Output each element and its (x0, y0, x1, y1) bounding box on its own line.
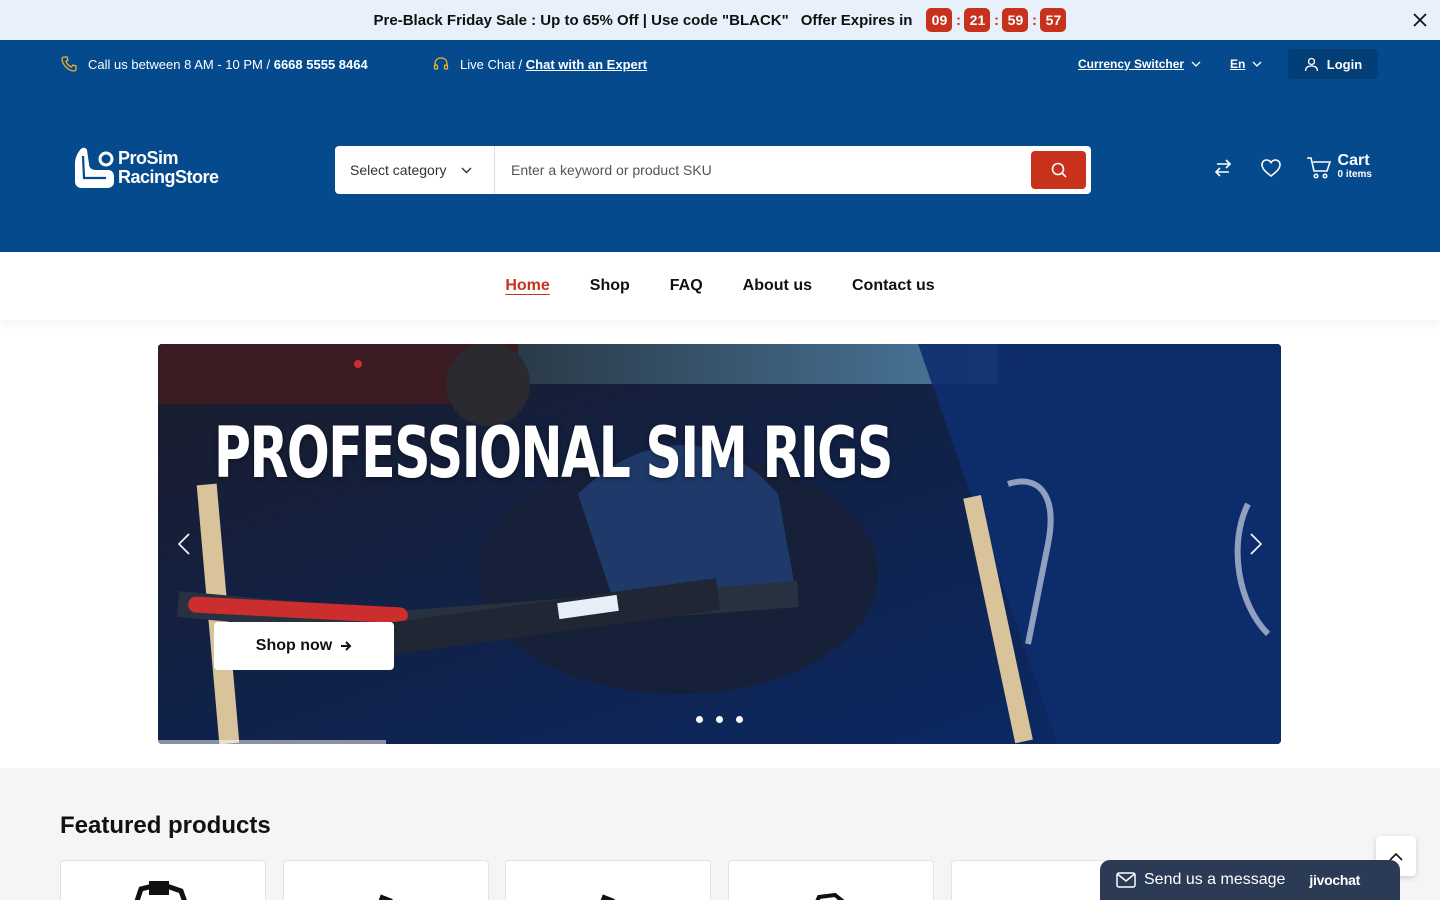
cart-count: 0 items (1337, 169, 1372, 180)
slider-progress (158, 740, 386, 744)
promo-bar: Pre-Black Friday Sale : Up to 65% Off | … (0, 0, 1440, 40)
featured-title: Featured products (60, 812, 271, 839)
product-image (815, 892, 845, 900)
chevron-right-icon (1250, 533, 1262, 555)
logo-line1: ProSim (118, 148, 179, 168)
mail-icon (1116, 872, 1136, 888)
live-chat-info: Live Chat / Chat with an Expert (432, 40, 647, 88)
search-icon (1051, 162, 1067, 178)
chat-brand-logo: jivochat (1309, 872, 1360, 888)
store-logo[interactable]: ProSim RacingStore (72, 144, 219, 192)
search-bar: Select category Enter a keyword or produ… (335, 146, 1091, 194)
close-icon[interactable] (1408, 8, 1432, 32)
compare-icon[interactable] (1210, 155, 1236, 181)
arrow-right-icon (341, 641, 352, 651)
nav-shop[interactable]: Shop (590, 277, 630, 295)
currency-switcher-label: Currency Switcher (1078, 57, 1185, 71)
slider-next-arrow[interactable] (1244, 530, 1268, 558)
login-label: Login (1326, 56, 1363, 72)
top-info-bar: Call us between 8 AM - 10 PM / 6668 5555… (0, 40, 1440, 88)
promo-text: Pre-Black Friday Sale : Up to 65% Off | … (373, 11, 789, 29)
product-card[interactable] (505, 860, 711, 900)
chat-text: Live Chat / (460, 56, 523, 72)
offer-label: Offer Expires in (800, 11, 913, 29)
timer-seconds: 57 (1040, 8, 1067, 32)
chat-message: Send us a message (1144, 871, 1286, 888)
timer-sep: : (955, 11, 961, 29)
racing-seat-logo-icon (75, 147, 114, 188)
logo-line2: RacingStore (118, 167, 219, 187)
nav-about[interactable]: About us (743, 277, 812, 295)
slider-dot-2[interactable] (716, 716, 723, 723)
slider-dot-1[interactable] (696, 716, 703, 723)
slider-dots (696, 716, 756, 723)
hero-image (158, 344, 1281, 744)
search-input[interactable]: Enter a keyword or product SKU (495, 162, 1031, 178)
shop-now-label: Shop now (255, 637, 333, 654)
timer-sep: : (993, 11, 999, 29)
chevron-down-icon (447, 167, 472, 174)
category-select-label: Select category (350, 162, 447, 178)
product-card[interactable] (283, 860, 489, 900)
shop-now-button[interactable]: Shop now (214, 622, 394, 670)
wishlist-heart-icon[interactable] (1258, 155, 1284, 181)
chat-widget[interactable]: Send us a message jivochat (1100, 860, 1400, 900)
call-text: Call us between 8 AM - 10 PM / (88, 56, 271, 72)
timer-days: 09 (926, 8, 953, 32)
timer-minutes: 59 (1002, 8, 1029, 32)
main-nav: Home Shop FAQ About us Contact us (0, 252, 1440, 320)
product-image (378, 894, 393, 900)
nav-home[interactable]: Home (505, 277, 549, 295)
search-button[interactable] (1031, 151, 1086, 189)
headset-icon (432, 55, 450, 73)
timer-sep: : (1031, 11, 1037, 29)
product-image (134, 881, 187, 900)
logo-text: ProSim RacingStore (118, 149, 219, 187)
header-actions: Cart 0 items (1210, 152, 1372, 182)
phone-icon (60, 55, 78, 73)
nav-faq[interactable]: FAQ (670, 277, 703, 295)
cart-icon (1306, 157, 1331, 179)
user-icon (1304, 57, 1318, 71)
timer-hours: 21 (964, 8, 991, 32)
product-card[interactable] (728, 860, 934, 900)
language-label: En (1230, 57, 1246, 71)
login-button[interactable]: Login (1288, 49, 1378, 79)
chevron-down-icon (1252, 61, 1262, 67)
main-header: ProSim RacingStore Select category Enter… (0, 88, 1440, 252)
nav-contact[interactable]: Contact us (852, 277, 935, 295)
category-select[interactable]: Select category (335, 146, 495, 194)
cart-label: Cart (1337, 152, 1370, 169)
cart-summary: Cart 0 items (1337, 152, 1372, 182)
phone-number[interactable]: 6668 5555 8464 (274, 57, 368, 72)
call-info: Call us between 8 AM - 10 PM / 6668 5555… (60, 40, 368, 88)
language-switcher[interactable]: En (1230, 40, 1262, 88)
chevron-left-icon (178, 533, 190, 555)
cart-button[interactable]: Cart 0 items (1306, 152, 1372, 182)
hero-title: PROFESSIONAL SIM RIGS (214, 412, 893, 494)
product-card[interactable] (60, 860, 266, 900)
chat-expert-link[interactable]: Chat with an Expert (526, 57, 647, 72)
slider-dot-3[interactable] (736, 716, 743, 723)
countdown-timer: 09 : 21 : 59 : 57 (926, 8, 1067, 32)
chevron-down-icon (1191, 61, 1201, 67)
hero-slider: PROFESSIONAL SIM RIGS Shop now (158, 344, 1281, 744)
product-image (600, 894, 615, 900)
slider-prev-arrow[interactable] (172, 530, 196, 558)
currency-switcher[interactable]: Currency Switcher (1078, 40, 1201, 88)
